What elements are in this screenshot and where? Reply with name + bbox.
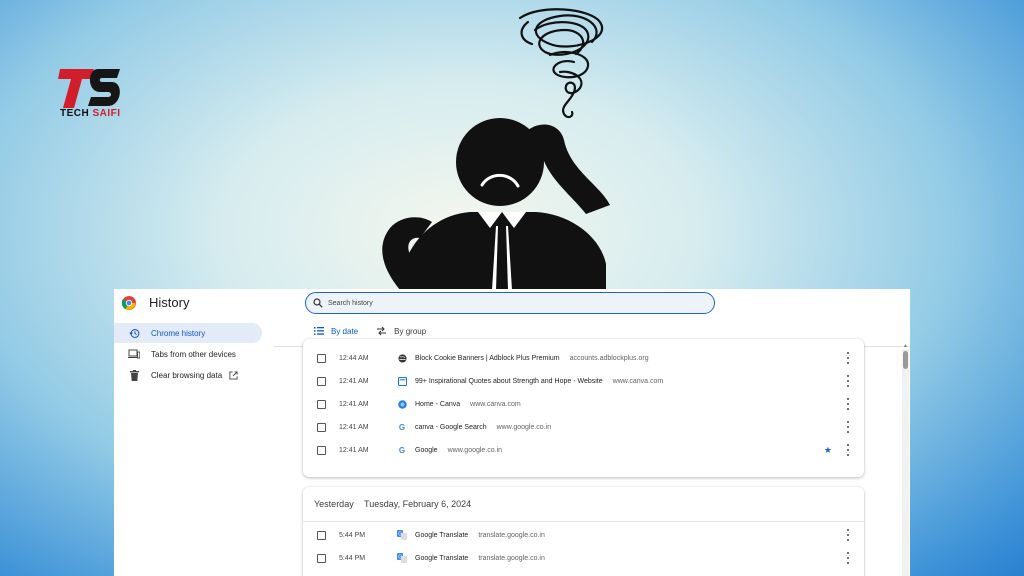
row-checkbox[interactable]: [317, 445, 326, 455]
row-checkbox[interactable]: [317, 553, 326, 563]
site-domain: www.canva.com: [612, 377, 664, 385]
translate-icon: G: [397, 553, 407, 563]
chrome-logo-icon: [122, 295, 136, 310]
page-title: History: [149, 295, 190, 310]
visit-time: 12:41 AM: [339, 446, 369, 454]
visit-time: 12:41 AM: [339, 423, 369, 431]
list-icon: [314, 327, 324, 335]
trash-icon: [128, 369, 140, 381]
day-header: Yesterday Tuesday, February 6, 2024: [314, 499, 479, 509]
history-card-today: 12:44 AM Block Cookie Banners | Adblock …: [303, 339, 864, 477]
site-domain: translate.google.co.in: [478, 531, 545, 539]
google-icon: G: [398, 422, 406, 432]
row-checkbox[interactable]: [317, 376, 326, 386]
group-icon: [377, 326, 387, 336]
more-actions-icon[interactable]: [846, 444, 850, 456]
sidebar-item-label: Tabs from other devices: [151, 349, 236, 359]
chrome-history-window: History Chrome history Tabs from other d…: [114, 289, 910, 576]
devices-icon: [128, 348, 140, 360]
more-actions-icon[interactable]: [846, 552, 850, 564]
sidebar-item-tabs-from-other-devices[interactable]: Tabs from other devices: [114, 344, 262, 364]
site-title[interactable]: Google Translate: [415, 532, 468, 539]
logo-wordmark: TECH SAIFI: [60, 108, 121, 119]
more-actions-icon[interactable]: [846, 529, 850, 541]
day-label: Yesterday: [314, 499, 354, 509]
site-domain: www.google.co.in: [496, 423, 552, 431]
site-domain: www.google.co.in: [447, 446, 503, 454]
history-row[interactable]: 5:44 PM G Google Translate translate.goo…: [303, 547, 864, 569]
card-divider: [303, 521, 864, 522]
svg-text:G: G: [398, 532, 402, 538]
site-title[interactable]: Block Cookie Banners | Adblock Plus Prem…: [415, 355, 560, 362]
canva-doc-icon: [397, 376, 407, 386]
sidebar-item-label: Chrome history: [151, 328, 206, 338]
row-checkbox[interactable]: [317, 422, 326, 432]
search-placeholder: Search history: [328, 299, 373, 307]
confused-person-illustration: [382, 8, 610, 290]
search-input[interactable]: Search history: [305, 292, 715, 314]
sidebar-item-clear-browsing-data[interactable]: Clear browsing data: [114, 365, 262, 385]
history-row[interactable]: 12:44 AM Block Cookie Banners | Adblock …: [303, 347, 864, 369]
row-checkbox[interactable]: [317, 399, 326, 409]
more-actions-icon[interactable]: [846, 375, 850, 387]
visit-time: 12:41 AM: [339, 400, 369, 408]
sidebar: History Chrome history Tabs from other d…: [114, 289, 274, 576]
bookmark-star-icon[interactable]: ★: [824, 445, 832, 456]
site-title[interactable]: Home - Canva: [415, 401, 460, 408]
history-row[interactable]: 5:44 PM G Google Translate translate.goo…: [303, 524, 864, 546]
tab-by-date[interactable]: By date: [314, 323, 358, 339]
site-title[interactable]: 99+ Inspirational Quotes about Strength …: [415, 378, 603, 385]
visit-time: 12:41 AM: [339, 377, 369, 385]
history-row[interactable]: 12:41 AM G canva - Google Search www.goo…: [303, 416, 864, 438]
site-title[interactable]: canva - Google Search: [415, 424, 487, 431]
row-checkbox[interactable]: [317, 530, 326, 540]
scrollbar-thumb[interactable]: [903, 351, 908, 369]
history-icon: [128, 327, 140, 339]
svg-text:G: G: [398, 555, 402, 561]
canva-icon: [397, 399, 407, 409]
search-icon: [313, 298, 323, 308]
scrollbar[interactable]: [902, 349, 909, 576]
more-actions-icon[interactable]: [846, 352, 850, 364]
more-actions-icon[interactable]: [846, 398, 850, 410]
google-icon: G: [398, 445, 406, 455]
history-header: History: [122, 295, 189, 310]
history-row[interactable]: 12:41 AM G Google www.google.co.in ★: [303, 439, 864, 461]
site-title[interactable]: Google Translate: [415, 555, 468, 562]
open-in-new-icon[interactable]: [229, 370, 238, 380]
visit-time: 5:44 PM: [339, 554, 366, 562]
site-domain: accounts.adblockplus.org: [569, 354, 649, 362]
sidebar-item-label: Clear browsing data: [151, 370, 223, 380]
site-domain: www.canva.com: [470, 400, 521, 408]
visit-time: 5:44 PM: [339, 531, 366, 539]
translate-icon: G: [397, 530, 407, 540]
day-date: Tuesday, February 6, 2024: [364, 499, 472, 509]
row-checkbox[interactable]: [317, 353, 326, 363]
view-tabs: By date By group: [314, 323, 426, 339]
history-row[interactable]: 12:41 AM 99+ Inspirational Quotes about …: [303, 370, 864, 392]
sidebar-item-chrome-history[interactable]: Chrome history: [114, 323, 262, 343]
site-domain: translate.google.co.in: [478, 554, 545, 562]
history-row[interactable]: 12:41 AM Home - Canva www.canva.com: [303, 393, 864, 415]
more-actions-icon[interactable]: [846, 421, 850, 433]
globe-icon: [397, 353, 407, 363]
history-card-yesterday: Yesterday Tuesday, February 6, 2024 5:44…: [303, 487, 864, 576]
visit-time: 12:44 AM: [339, 354, 369, 362]
tab-by-group[interactable]: By group: [376, 323, 426, 339]
site-title[interactable]: Google: [415, 447, 438, 454]
